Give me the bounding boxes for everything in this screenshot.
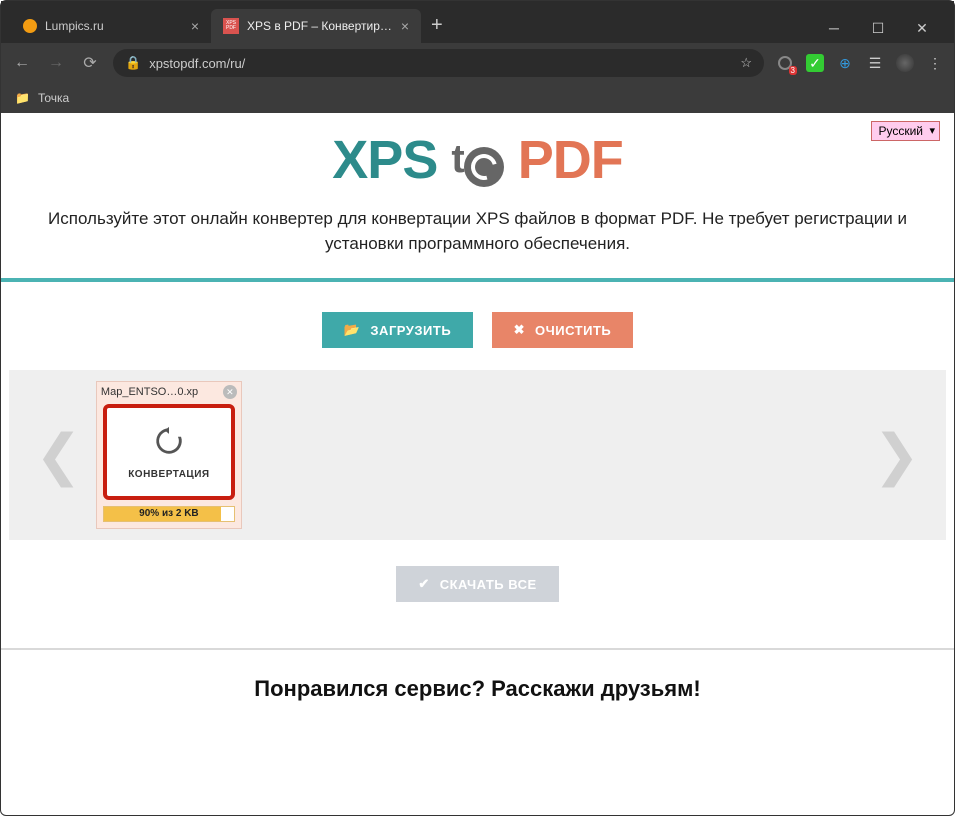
site-logo: XPS t PDF: [1, 113, 954, 197]
clear-button[interactable]: ✖ ОЧИСТИТЬ: [492, 312, 634, 348]
status-label: КОНВЕРТАЦИЯ: [128, 469, 209, 480]
bookmark-item[interactable]: Точка: [38, 91, 69, 105]
download-all-button[interactable]: ✔ СКАЧАТЬ ВСЕ: [396, 566, 558, 602]
logo-xps: XPS: [332, 130, 437, 190]
extension-icon[interactable]: ⊕: [836, 54, 854, 72]
spinner-icon: [152, 424, 186, 463]
maximize-button[interactable]: ☐: [856, 13, 900, 43]
folder-icon: 📁: [15, 91, 30, 105]
page-content: Русский XPS t PDF Используйте этот онлай…: [1, 113, 954, 722]
tab-lumpics[interactable]: Lumpics.ru ×: [11, 9, 211, 43]
logo-pdf: PDF: [518, 130, 623, 190]
url-text: xpstopdf.com/ru/: [149, 56, 245, 71]
tab-title: XPS в PDF – Конвертировать XP: [247, 19, 393, 33]
carousel-prev[interactable]: ❮: [29, 422, 88, 488]
avatar[interactable]: [896, 54, 914, 72]
star-icon[interactable]: ☆: [740, 55, 752, 71]
close-icon[interactable]: ×: [401, 18, 409, 34]
reload-button[interactable]: ⟳: [79, 53, 101, 73]
page-subheading: Используйте этот онлайн конвертер для ко…: [1, 197, 954, 278]
window-controls: ─ ☐ ✕: [812, 13, 944, 43]
progress-bar: 90% из 2 KB: [103, 506, 235, 522]
progress-text: 90% из 2 KB: [104, 507, 234, 521]
bookmarks-bar: 📁 Точка: [1, 83, 954, 113]
language-select[interactable]: Русский: [871, 121, 940, 141]
back-button[interactable]: ←: [11, 54, 33, 72]
upload-button[interactable]: 📂 ЗАГРУЗИТЬ: [322, 312, 473, 348]
browser-titlebar: Lumpics.ru × XPSPDF XPS в PDF – Конверти…: [1, 1, 954, 43]
check-icon: ✔: [418, 576, 429, 592]
close-window-button[interactable]: ✕: [900, 13, 944, 43]
reading-list-icon[interactable]: ☰: [866, 54, 884, 72]
tab-xpstopdf[interactable]: XPSPDF XPS в PDF – Конвертировать XP ×: [211, 9, 421, 43]
extension-icons: 3 ✓ ⊕ ☰ ⋮: [776, 54, 944, 72]
close-icon: ✖: [514, 322, 525, 338]
url-input[interactable]: 🔒 xpstopdf.com/ru/ ☆: [113, 49, 764, 77]
file-body: КОНВЕРТАЦИЯ: [103, 404, 235, 500]
logo-t: t: [451, 137, 463, 181]
file-card: Map_ENTSO…0.xp ✕ КОНВЕРТАЦИЯ 90% из 2 KB: [96, 381, 242, 529]
remove-file-button[interactable]: ✕: [223, 385, 237, 399]
file-header: Map_ENTSO…0.xp ✕: [97, 382, 241, 402]
file-carousel: ❮ Map_ENTSO…0.xp ✕ КОНВЕРТАЦИЯ 90% из 2 …: [9, 370, 946, 540]
carousel-next[interactable]: ❯: [867, 422, 926, 488]
lock-icon: 🔒: [125, 55, 141, 71]
minimize-button[interactable]: ─: [812, 13, 856, 43]
tab-title: Lumpics.ru: [45, 19, 183, 33]
share-heading: Понравился сервис? Расскажи друзьям!: [1, 650, 954, 722]
upload-controls: 📂 ЗАГРУЗИТЬ ✖ ОЧИСТИТЬ: [1, 282, 954, 370]
refresh-icon: [464, 147, 504, 187]
tab-favicon: [23, 19, 37, 33]
menu-icon[interactable]: ⋮: [926, 54, 944, 72]
extension-icon[interactable]: 3: [776, 54, 794, 72]
address-bar: ← → ⟳ 🔒 xpstopdf.com/ru/ ☆ 3 ✓ ⊕ ☰ ⋮: [1, 43, 954, 83]
folder-open-icon: 📂: [344, 322, 361, 338]
download-all-section: ✔ СКАЧАТЬ ВСЕ: [1, 540, 954, 620]
progress-row: 90% из 2 KB: [97, 502, 241, 528]
file-name: Map_ENTSO…0.xp: [101, 386, 223, 398]
forward-button[interactable]: →: [45, 54, 67, 72]
close-icon[interactable]: ×: [191, 18, 199, 34]
extension-icon[interactable]: ✓: [806, 54, 824, 72]
new-tab-button[interactable]: +: [421, 14, 453, 37]
tab-favicon: XPSPDF: [223, 18, 239, 34]
